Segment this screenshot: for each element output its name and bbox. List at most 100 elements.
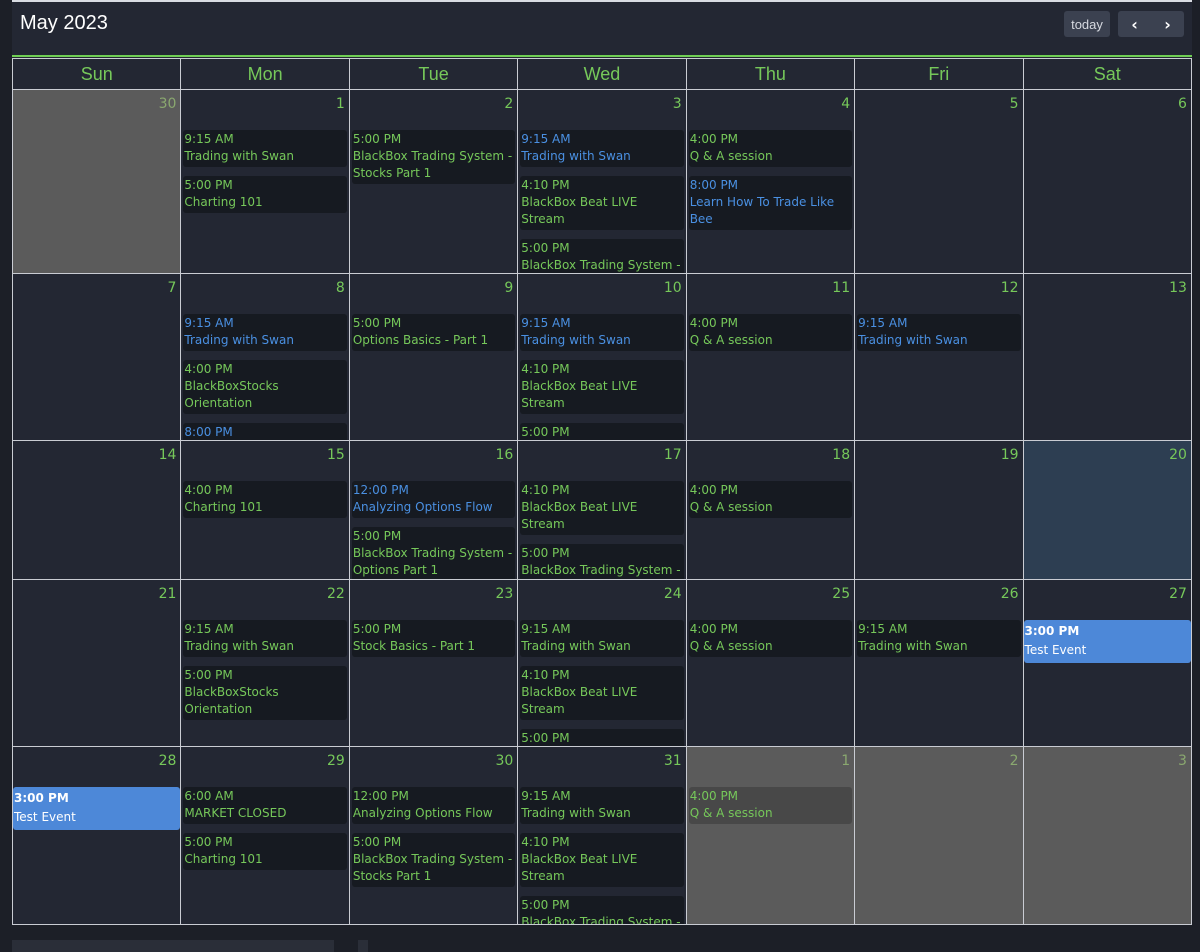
day-number[interactable]: 11 (832, 280, 850, 296)
next-month-button[interactable]: › (1151, 11, 1184, 37)
day-cell[interactable]: 1 9:15 AM Trading with Swan 5:00 PM Charting… (181, 90, 350, 273)
calendar-event[interactable]: 8:00 PM Learn How To Trade Like Bee (688, 176, 853, 230)
day-number[interactable]: 30 (495, 753, 513, 769)
day-number[interactable]: 12 (1001, 280, 1019, 296)
day-number[interactable]: 13 (1169, 280, 1187, 296)
calendar-event[interactable]: 9:15 AM Trading with Swan (857, 620, 1021, 657)
calendar-event[interactable]: 4:00 PM Q & A session (688, 314, 853, 351)
prev-month-button[interactable]: ‹ (1118, 11, 1151, 37)
day-cell[interactable]: 27 3:00 PM Test Event (1023, 580, 1191, 746)
day-number[interactable]: 9 (504, 280, 513, 296)
day-cell[interactable]: 1 4:00 PM Q & A session (686, 747, 856, 924)
day-cell[interactable]: 7 (13, 274, 182, 440)
day-number[interactable]: 1 (841, 753, 850, 769)
calendar-event[interactable]: 4:00 PM BlackBoxStocks Orientation (183, 360, 347, 414)
calendar-event[interactable]: 5:00 PM Stock Basics - Part 1 (351, 620, 516, 657)
day-cell[interactable]: 11 4:00 PM Q & A session (686, 274, 856, 440)
calendar-event[interactable]: 5:00 PM BlackBox Trading System - Stocks … (351, 130, 516, 184)
day-cell[interactable]: 15 4:00 PM Charting 101 (181, 441, 350, 579)
day-number[interactable]: 26 (1001, 586, 1019, 602)
day-number[interactable]: 3 (1178, 753, 1187, 769)
calendar-event[interactable]: 3:00 PM Test Event (13, 787, 181, 830)
day-cell[interactable]: 30 (13, 90, 182, 273)
day-number[interactable]: 8 (336, 280, 345, 296)
calendar-event[interactable]: 3:00 PM Test Event (1023, 620, 1191, 663)
calendar-event[interactable]: 4:00 PM Q & A session (688, 787, 853, 824)
day-cell[interactable]: 19 (855, 441, 1024, 579)
day-number[interactable]: 29 (327, 753, 345, 769)
day-cell[interactable]: 18 4:00 PM Q & A session (686, 441, 856, 579)
calendar-event[interactable]: 5:00 PM Charting 101 (183, 833, 347, 870)
day-number[interactable]: 16 (495, 447, 513, 463)
today-button[interactable]: today (1064, 11, 1110, 37)
day-number[interactable]: 17 (664, 447, 682, 463)
day-number[interactable]: 23 (495, 586, 513, 602)
day-cell[interactable]: 8 9:15 AM Trading with Swan 4:00 PM BlackBox… (181, 274, 350, 440)
calendar-event[interactable]: 4:00 PM Q & A session (688, 481, 853, 518)
calendar-event[interactable]: 4:10 PM BlackBox Beat LIVE Stream (520, 833, 684, 887)
day-number[interactable]: 14 (159, 447, 177, 463)
calendar-event[interactable]: 4:00 PM Q & A session (688, 130, 853, 167)
day-cell[interactable]: 16 12:00 PM Analyzing Options Flow 5:00 PM B… (349, 441, 519, 579)
day-cell[interactable]: 2 (855, 747, 1024, 924)
day-number[interactable]: 1 (336, 96, 345, 112)
day-cell[interactable]: 6 (1023, 90, 1191, 273)
calendar-event[interactable]: 5:00 PM BlackBox Trading System - Stocks … (520, 239, 684, 273)
day-cell[interactable]: 14 (13, 441, 182, 579)
day-cell[interactable]: 28 3:00 PM Test Event (13, 747, 182, 924)
day-number[interactable]: 27 (1169, 586, 1187, 602)
day-number[interactable]: 24 (664, 586, 682, 602)
day-cell[interactable]: 26 9:15 AM Trading with Swan (855, 580, 1024, 746)
day-number[interactable]: 3 (673, 96, 682, 112)
day-cell[interactable]: 3 9:15 AM Trading with Swan 4:10 PM BlackBox… (518, 90, 687, 273)
day-number[interactable]: 2 (504, 96, 513, 112)
calendar-event[interactable]: 5:00 PM Charting 101 (183, 176, 347, 213)
day-cell[interactable]: 25 4:00 PM Q & A session (686, 580, 856, 746)
day-cell[interactable]: 10 9:15 AM Trading with Swan 4:10 PM BlackBo… (518, 274, 687, 440)
calendar-event[interactable]: 12:00 PM Analyzing Options Flow (351, 787, 516, 824)
calendar-event[interactable]: 9:15 AM Trading with Swan (520, 787, 684, 824)
calendar-event[interactable]: 5:00 PM BlackBox Trading System - Stocks … (351, 833, 516, 887)
day-number[interactable]: 30 (159, 96, 177, 112)
calendar-event[interactable]: 6:00 AM MARKET CLOSED (183, 787, 347, 824)
calendar-event[interactable]: 9:15 AM Trading with Swan (183, 620, 347, 657)
day-number[interactable]: 4 (841, 96, 850, 112)
day-number[interactable]: 18 (832, 447, 850, 463)
calendar-event[interactable]: 4:10 PM BlackBox Beat LIVE Stream (520, 481, 684, 535)
day-cell[interactable]: 5 (855, 90, 1024, 273)
day-cell[interactable]: 29 6:00 AM MARKET CLOSED 5:00 PM Charting 10… (181, 747, 350, 924)
calendar-event[interactable]: 4:10 PM BlackBox Beat LIVE Stream (520, 176, 684, 230)
calendar-event[interactable]: 9:15 AM Trading with Swan (520, 130, 684, 167)
day-cell[interactable]: 3 (1023, 747, 1191, 924)
day-cell[interactable]: 9 5:00 PM Options Basics - Part 1 (349, 274, 519, 440)
calendar-event[interactable]: 5:00 PM BlackBox Trading System - Options… (520, 544, 684, 579)
day-number[interactable]: 21 (159, 586, 177, 602)
day-cell[interactable]: 17 4:10 PM BlackBox Beat LIVE Stream 5:00 P… (518, 441, 687, 579)
day-cell[interactable]: 12 9:15 AM Trading with Swan (855, 274, 1024, 440)
calendar-event[interactable]: 12:00 PM Analyzing Options Flow (351, 481, 516, 518)
day-number[interactable]: 5 (1010, 96, 1019, 112)
day-number[interactable]: 19 (1001, 447, 1019, 463)
calendar-event[interactable]: 5:00 PM BlackBox Trading System - Options… (351, 527, 516, 579)
calendar-event[interactable]: 5:00 PM BlackBox Trading System - Stocks … (520, 896, 684, 924)
day-number[interactable]: 28 (159, 753, 177, 769)
calendar-event[interactable]: 9:15 AM Trading with Swan (183, 314, 347, 351)
day-number[interactable]: 15 (327, 447, 345, 463)
day-number[interactable]: 22 (327, 586, 345, 602)
calendar-event[interactable]: 4:10 PM BlackBox Beat LIVE Stream (520, 360, 684, 414)
bottom-scrollbar[interactable] (12, 940, 334, 952)
day-cell[interactable]: 13 (1023, 274, 1191, 440)
day-number[interactable]: 6 (1178, 96, 1187, 112)
calendar-event[interactable]: 9:15 AM Trading with Swan (857, 314, 1021, 351)
calendar-event[interactable]: 4:00 PM Charting 101 (183, 481, 347, 518)
day-cell[interactable]: 22 9:15 AM Trading with Swan 5:00 PM BlackBo… (181, 580, 350, 746)
day-number[interactable]: 25 (832, 586, 850, 602)
day-number[interactable]: 20 (1169, 447, 1187, 463)
bottom-scroll-handle[interactable] (358, 940, 368, 952)
calendar-event[interactable]: 5:00 PMStock Basics - Part 2 (520, 729, 684, 746)
calendar-event[interactable]: 5:00 PMOptions Basics - Part 2 (520, 423, 684, 440)
day-cell[interactable]: 23 5:00 PM Stock Basics - Part 1 (349, 580, 519, 746)
day-cell[interactable]: 30 12:00 PM Analyzing Options Flow 5:00 PM B… (349, 747, 519, 924)
calendar-event[interactable]: 4:10 PM BlackBox Beat LIVE Stream (520, 666, 684, 720)
day-number[interactable]: 10 (664, 280, 682, 296)
